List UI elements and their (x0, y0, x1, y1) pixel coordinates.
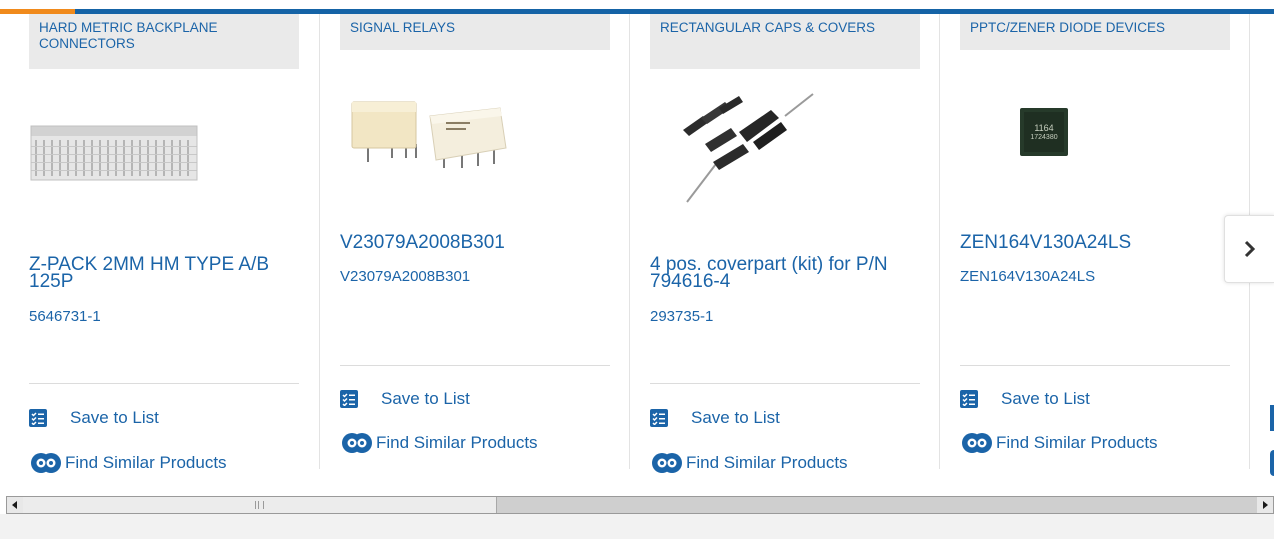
next-card-peek (1270, 405, 1274, 431)
find-similar-button[interactable]: Find Similar Products (960, 430, 1158, 456)
part-number[interactable]: V23079A2008B301 (340, 268, 470, 285)
scroll-right-button[interactable] (1257, 497, 1273, 513)
divider (650, 383, 920, 384)
find-similar-label: Find Similar Products (996, 433, 1158, 452)
horizontal-scrollbar[interactable] (6, 496, 1274, 514)
product-card: SIGNAL RELAYS V23079A2008B301 V23079A200… (340, 14, 610, 489)
find-similar-label: Find Similar Products (376, 433, 538, 452)
arrow-right-icon (1263, 501, 1268, 509)
chip-marking-line2: 1724380 (1030, 134, 1058, 141)
card-separator (939, 14, 940, 469)
product-image[interactable]: 1164 1724380 (1020, 108, 1068, 156)
save-to-list-button[interactable]: Save to List (960, 386, 1090, 412)
product-image[interactable] (350, 92, 510, 188)
product-title[interactable]: Z-PACK 2MM HM TYPE A/B 125P (29, 255, 299, 291)
category-label[interactable]: HARD METRIC BACKPLANE CONNECTORS (29, 14, 299, 69)
chevron-right-icon (1244, 240, 1256, 258)
grip-icon (255, 501, 264, 509)
product-title[interactable]: 4 pos. coverpart (kit) for P/N 794616-4 (650, 255, 920, 291)
footer-area (0, 514, 1274, 539)
save-to-list-label: Save to List (70, 408, 159, 427)
similar-products-icon (31, 453, 61, 473)
product-carousel: HARD METRIC BACKPLANE CONNECTORS Z-PACK … (0, 14, 1274, 494)
product-image[interactable] (30, 122, 199, 184)
find-similar-button[interactable]: Find Similar Products (340, 430, 538, 456)
divider (29, 383, 299, 384)
find-similar-button[interactable]: Find Similar Products (29, 450, 227, 476)
save-to-list-label: Save to List (691, 408, 780, 427)
save-to-list-button[interactable]: Save to List (340, 386, 470, 412)
scrollbar-thumb[interactable] (23, 497, 497, 513)
save-to-list-label: Save to List (1001, 389, 1090, 408)
save-to-list-label: Save to List (381, 389, 470, 408)
category-label[interactable]: RECTANGULAR CAPS & COVERS (650, 14, 920, 69)
next-card-peek (1270, 450, 1274, 476)
card-separator (629, 14, 630, 469)
scroll-left-button[interactable] (7, 497, 23, 513)
part-number[interactable]: 293735-1 (650, 308, 713, 325)
category-label[interactable]: SIGNAL RELAYS (340, 14, 610, 50)
list-icon (960, 390, 978, 408)
part-number[interactable]: ZEN164V130A24LS (960, 268, 1095, 285)
save-to-list-button[interactable]: Save to List (29, 405, 159, 431)
save-to-list-button[interactable]: Save to List (650, 405, 780, 431)
product-card: PPTC/ZENER DIODE DEVICES 1164 1724380 ZE… (960, 14, 1230, 489)
product-title[interactable]: ZEN164V130A24LS (960, 233, 1230, 252)
similar-products-icon (652, 453, 682, 473)
list-icon (29, 409, 47, 427)
arrow-left-icon (12, 501, 17, 509)
find-similar-button[interactable]: Find Similar Products (650, 450, 848, 476)
product-card: RECTANGULAR CAPS & COVERS 4 pos. coverpa… (650, 14, 920, 489)
category-label[interactable]: PPTC/ZENER DIODE DEVICES (960, 14, 1230, 50)
carousel-next-button[interactable] (1224, 215, 1274, 283)
part-number[interactable]: 5646731-1 (29, 308, 101, 325)
find-similar-label: Find Similar Products (65, 453, 227, 472)
find-similar-label: Find Similar Products (686, 453, 848, 472)
similar-products-icon (962, 433, 992, 453)
divider (340, 365, 610, 366)
card-separator (319, 14, 320, 469)
list-icon (650, 409, 668, 427)
similar-products-icon (342, 433, 372, 453)
chip-marking-line1: 1164 (1034, 123, 1054, 133)
product-title[interactable]: V23079A2008B301 (340, 233, 610, 252)
divider (960, 365, 1230, 366)
list-icon (340, 390, 358, 408)
product-image[interactable] (675, 86, 815, 206)
product-card: HARD METRIC BACKPLANE CONNECTORS Z-PACK … (29, 14, 299, 489)
